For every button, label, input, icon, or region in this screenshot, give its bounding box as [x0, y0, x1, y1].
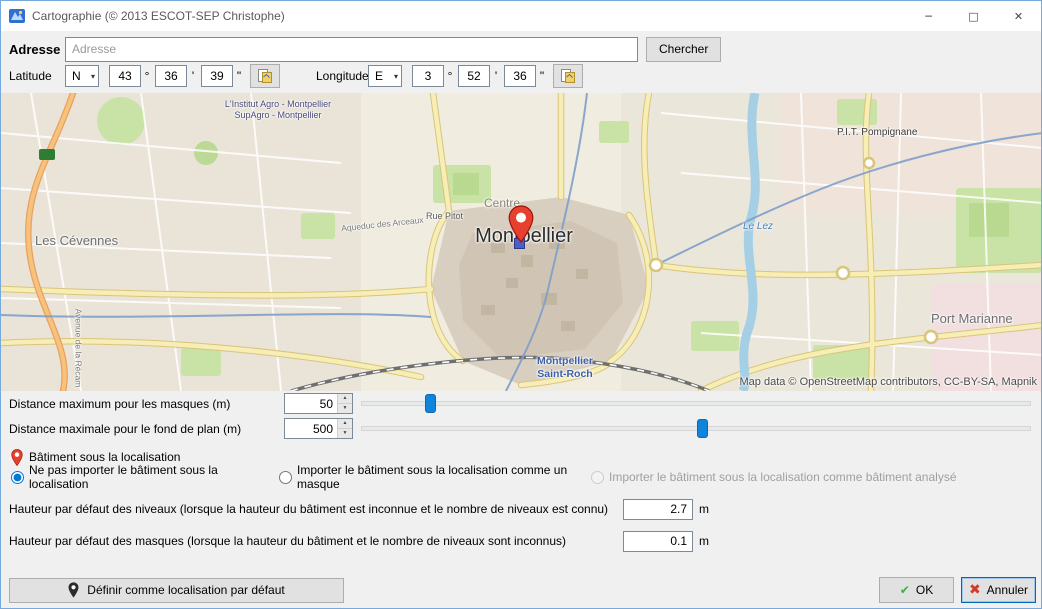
- masks-height-row: Hauteur par défaut des masques (lorsque …: [1, 528, 1041, 554]
- building-option-import-analyzed-radio: [591, 471, 604, 484]
- address-row: Adresse Chercher: [1, 31, 1041, 65]
- map-label-les-cevennes: Les Cévennes: [35, 233, 118, 248]
- cancel-button[interactable]: ✖ Annuler: [961, 577, 1036, 603]
- second-symbol: ": [236, 69, 242, 83]
- background-distance-spinbox: ▲ ▼: [284, 418, 353, 439]
- minute-symbol: ': [493, 69, 499, 83]
- background-distance-spinner: ▲ ▼: [337, 419, 352, 438]
- background-distance-label: Distance maximale pour le fond de plan (…: [9, 422, 284, 436]
- latitude-seconds-input[interactable]: [201, 65, 233, 87]
- levels-height-label: Hauteur par défaut des niveaux (lorsque …: [9, 502, 623, 516]
- chevron-down-icon: ▾: [91, 72, 95, 81]
- spin-down-icon[interactable]: ▼: [338, 429, 352, 438]
- degree-symbol: °: [447, 69, 453, 83]
- map-label-institute: L'Institut Agro - Montpellier SupAgro - …: [219, 99, 337, 122]
- masks-height-unit: m: [699, 534, 709, 548]
- building-option-import-analyzed: Importer le bâtiment sous la localisatio…: [591, 470, 957, 484]
- masks-distance-label: Distance maximum pour les masques (m): [9, 397, 284, 411]
- close-button[interactable]: ✕: [996, 1, 1041, 31]
- levels-height-row: Hauteur par défaut des niveaux (lorsque …: [1, 496, 1041, 522]
- set-default-location-button[interactable]: Définir comme localisation par défaut: [9, 578, 344, 603]
- slider-thumb[interactable]: [697, 419, 708, 438]
- clipboard-map-icon: [257, 68, 273, 84]
- latitude-paste-button[interactable]: [250, 64, 280, 88]
- minute-symbol: ': [190, 69, 196, 83]
- check-icon: ✔: [900, 583, 910, 597]
- location-marker-icon: [508, 205, 534, 243]
- latitude-hemisphere-select[interactable]: N ▾: [65, 65, 99, 87]
- clipboard-map-icon: [560, 68, 576, 84]
- longitude-seconds-input[interactable]: [504, 65, 536, 87]
- building-options-row: Ne pas importer le bâtiment sous la loca…: [1, 466, 1041, 490]
- map-label-saint-roch-station: Montpellier Saint-Roch: [525, 355, 605, 380]
- building-option-import-mask: Importer le bâtiment sous la localisatio…: [279, 463, 591, 491]
- ok-button[interactable]: ✔ OK: [879, 577, 954, 603]
- marker-dark-icon: [68, 582, 79, 598]
- address-label: Adresse: [9, 42, 65, 57]
- longitude-label: Longitude: [316, 69, 368, 83]
- background-distance-input[interactable]: [285, 419, 337, 438]
- latitude-hemisphere-value: N: [72, 69, 81, 83]
- levels-height-unit: m: [699, 502, 709, 516]
- masks-distance-slider[interactable]: [359, 393, 1033, 414]
- map-label-le-lez: Le Lez: [743, 221, 773, 232]
- latitude-degrees-input[interactable]: [109, 65, 141, 87]
- set-default-location-label: Définir comme localisation par défaut: [87, 583, 284, 597]
- masks-distance-input[interactable]: [285, 394, 337, 413]
- slider-track: [361, 426, 1031, 431]
- map-label-port-marianne: Port Marianne: [931, 311, 1013, 326]
- longitude-hemisphere-value: E: [375, 69, 383, 83]
- building-option-no-import: Ne pas importer le bâtiment sous la loca…: [11, 463, 279, 491]
- building-option-label: Importer le bâtiment sous la localisatio…: [297, 463, 591, 491]
- background-distance-row: Distance maximale pour le fond de plan (…: [1, 416, 1041, 441]
- masks-distance-spinner: ▲ ▼: [337, 394, 352, 413]
- background-distance-slider[interactable]: [359, 418, 1033, 439]
- chevron-down-icon: ▾: [394, 72, 398, 81]
- slider-thumb[interactable]: [425, 394, 436, 413]
- second-symbol: ": [539, 69, 545, 83]
- latitude-label: Latitude: [9, 69, 65, 83]
- map-label-pit-pompignane: P.I.T. Pompignane: [837, 127, 917, 138]
- longitude-hemisphere-select[interactable]: E ▾: [368, 65, 402, 87]
- spin-up-icon[interactable]: ▲: [338, 419, 352, 429]
- spin-up-icon[interactable]: ▲: [338, 394, 352, 404]
- minimize-button[interactable]: ─: [906, 1, 951, 31]
- masks-distance-spinbox: ▲ ▼: [284, 393, 353, 414]
- map-label-rue-pitot: Rue Pitot: [426, 211, 463, 221]
- ok-label: OK: [916, 583, 933, 597]
- x-icon: ✖: [969, 582, 981, 598]
- map-attribution: Map data © OpenStreetMap contributors, C…: [740, 376, 1038, 388]
- masks-height-input[interactable]: [623, 531, 693, 552]
- latitude-minutes-input[interactable]: [155, 65, 187, 87]
- map-view[interactable]: L'Institut Agro - Montpellier SupAgro - …: [1, 93, 1042, 391]
- window-title: Cartographie (© 2013 ESCOT-SEP Christoph…: [32, 9, 906, 23]
- spin-down-icon[interactable]: ▼: [338, 404, 352, 413]
- building-option-label: Importer le bâtiment sous la localisatio…: [609, 470, 957, 484]
- building-option-import-mask-radio[interactable]: [279, 471, 292, 484]
- longitude-minutes-input[interactable]: [458, 65, 490, 87]
- longitude-paste-button[interactable]: [553, 64, 583, 88]
- cartographie-window: Cartographie (© 2013 ESCOT-SEP Christoph…: [0, 0, 1042, 609]
- building-option-no-import-radio[interactable]: [11, 471, 24, 484]
- longitude-degrees-input[interactable]: [412, 65, 444, 87]
- search-button[interactable]: Chercher: [646, 37, 721, 62]
- slider-track: [361, 401, 1031, 406]
- coordinates-row: Latitude N ▾ ° ' " Longitude E ▾ ° ' ": [1, 65, 1041, 93]
- app-icon: [9, 8, 25, 24]
- degree-symbol: °: [144, 69, 150, 83]
- footer: Définir comme localisation par défaut ✔ …: [9, 577, 1036, 603]
- address-input[interactable]: [65, 37, 638, 62]
- levels-height-input[interactable]: [623, 499, 693, 520]
- masks-height-label: Hauteur par défaut des masques (lorsque …: [9, 534, 623, 548]
- building-option-label: Ne pas importer le bâtiment sous la loca…: [29, 463, 279, 491]
- masks-distance-row: Distance maximum pour les masques (m) ▲ …: [1, 391, 1041, 416]
- map-label-avenue: Avenue de la Récam: [73, 309, 83, 388]
- building-group-title: Bâtiment sous la localisation: [29, 450, 180, 464]
- titlebar: Cartographie (© 2013 ESCOT-SEP Christoph…: [1, 1, 1041, 31]
- cancel-label: Annuler: [987, 583, 1028, 597]
- maximize-button[interactable]: □: [951, 1, 996, 31]
